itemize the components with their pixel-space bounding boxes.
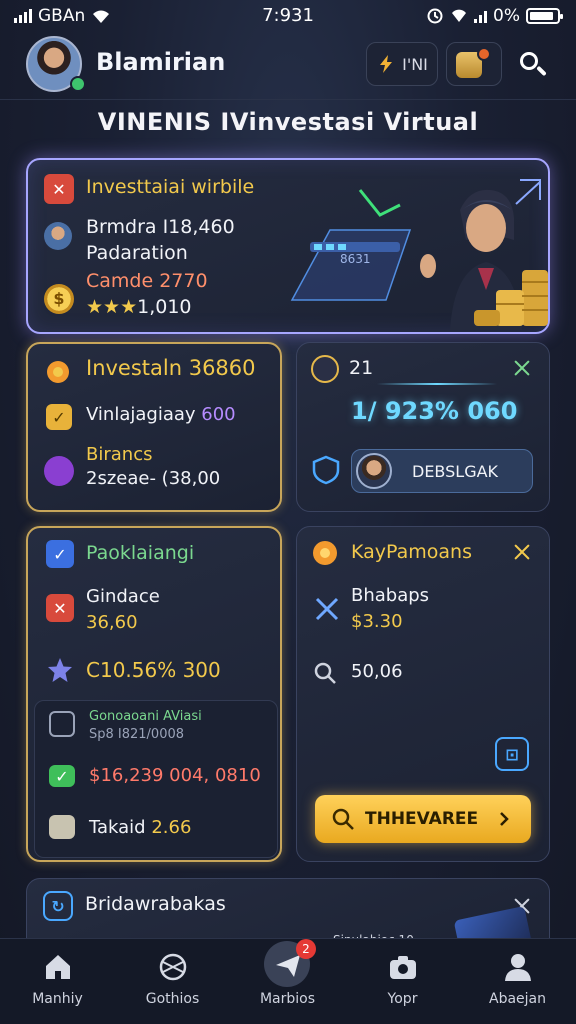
wallet-button[interactable] [446, 42, 502, 86]
hero-line2: Padaration [86, 242, 188, 264]
page-title: VINENIS IVinvestasi Virtual [97, 108, 479, 136]
hero-line1: Brmdra I18,460 [86, 216, 235, 238]
packaging-row2-value: C10.56% 300 [86, 658, 221, 682]
nav-item-profile[interactable]: Abaejan [460, 939, 575, 1024]
chart-up-icon: ✕ [44, 174, 74, 204]
payments-cta-button[interactable]: THHEVAREE [315, 795, 531, 843]
stats-value: 1/ 923% 060 [351, 397, 518, 425]
close-icon[interactable] [513, 543, 531, 561]
payments-row2-value: 50,06 [351, 661, 403, 682]
packaging-row1-value: 36,60 [86, 612, 138, 633]
packaging-card[interactable]: ✓ Paoklaiangi ✕ Gindace 36,60 C10.56% 30… [26, 526, 282, 862]
rewards-pill-label: I'NI [402, 54, 428, 74]
gear-icon [47, 361, 69, 383]
star-icon [48, 658, 72, 682]
hero-panel-text: 8631 [340, 252, 371, 266]
person-icon [505, 954, 531, 981]
online-badge [70, 76, 86, 92]
nav-label-camera: Yopr [387, 991, 418, 1007]
image-icon [49, 815, 75, 839]
invest-card[interactable]: Investaln 36860 ✓ Vinlajagiaay 600 Biran… [26, 342, 282, 512]
nav-item-home[interactable]: Manhiy [0, 939, 115, 1024]
search-icon[interactable] [518, 50, 548, 80]
invest-title: Investaln 36860 [86, 356, 256, 380]
username: Blamirian [96, 48, 226, 76]
invest-row1: Vinlajagiaay 600 [86, 404, 236, 425]
nav-item-globe[interactable]: Gothios [115, 939, 230, 1024]
hero-title: Investtaiai wirbile [86, 176, 255, 198]
small-avatar [44, 222, 72, 250]
shield-icon [312, 455, 340, 485]
close-icon[interactable] [513, 359, 531, 377]
status-bar: GBAn 7:931 0% [0, 0, 576, 32]
invest-row2-value: 2szeae- (38,00 [86, 468, 221, 489]
nav-item-center[interactable]: 2 Marbios [230, 939, 345, 1024]
battery-icon [526, 8, 563, 24]
tools-icon [315, 597, 339, 621]
bottom-card-title: Bridawrabakas [85, 893, 226, 915]
subpanel-row2-value: 2.66 [151, 817, 192, 838]
invest-row1-label: Vinlajagiaay [86, 404, 196, 425]
stats-avatar [356, 453, 392, 489]
nav-badge: 2 [296, 939, 316, 959]
hero-line3: Camde 2770 [86, 270, 208, 292]
subpanel-row2-label: Takaid [89, 817, 146, 838]
subpanel-row2: Takaid 2.66 [89, 817, 191, 838]
home-icon [46, 955, 70, 979]
nav-label-home: Manhiy [32, 991, 83, 1007]
payments-card[interactable]: KayPamoans Bhabaps $3.30 50,06 ⊡ THHEVAR… [296, 526, 550, 862]
notification-dot [477, 47, 491, 61]
packaging-subpanel: Gonoaoani AViasi Sp8 I821/0008 ✓ $16,239… [34, 700, 278, 858]
stats-label: 21 [349, 357, 374, 379]
app-header: Blamirian I'NI [0, 30, 576, 100]
cross-icon: ✕ [46, 594, 74, 622]
hero-line4: ★★★1,010 [86, 296, 192, 318]
investor-illustration [290, 179, 548, 330]
payments-title: KayPamoans [351, 541, 472, 563]
nav-item-camera[interactable]: Yopr [345, 939, 460, 1024]
subpanel-title: Gonoaoani AViasi [89, 709, 202, 724]
globe-icon [159, 953, 187, 981]
check-icon: ✓ [46, 404, 72, 430]
camera-icon [390, 956, 416, 979]
checkbox-icon: ✓ [46, 540, 74, 568]
stats-card[interactable]: 21 1/ 923% 060 DEBSLGAK [296, 342, 550, 512]
search-cta-icon [332, 808, 354, 830]
rating-stars: ★★★ [86, 296, 138, 318]
refresh-icon: ↻ [43, 891, 73, 921]
nav-label-center: Marbios [259, 991, 316, 1007]
invest-row2-title: Birancs [86, 444, 153, 465]
cell-signal-icon [474, 9, 488, 23]
search-small-icon [314, 662, 336, 684]
wave-icon [44, 456, 74, 486]
bottom-nav: Manhiy Gothios 2 Marbios Yopr Abaejan [0, 938, 576, 1024]
stats-action-label: DEBSLGAK [412, 462, 499, 481]
check-green-icon: ✓ [49, 765, 75, 787]
battery-percent: 0% [493, 6, 520, 26]
gear-orange-icon [313, 541, 337, 565]
payments-row1-title: Bhabaps [351, 585, 430, 606]
payments-cta-label: THHEVAREE [365, 809, 479, 829]
stats-action-button[interactable]: DEBSLGAK [351, 449, 533, 493]
camera-small-icon [49, 711, 75, 737]
hero-line4-value: 1,010 [137, 296, 192, 318]
alarm-icon [427, 8, 443, 24]
stats-badge-icon [311, 355, 339, 383]
hotspot-icon [452, 9, 467, 22]
chevron-right-icon [500, 812, 509, 826]
lightning-icon [380, 55, 393, 73]
packaging-row1-title: Gindace [86, 586, 160, 607]
subpanel-value: Sp8 I821/0008 [89, 727, 185, 742]
nav-label-profile: Abaejan [489, 991, 546, 1007]
scan-icon[interactable]: ⊡ [495, 737, 529, 771]
subpanel-row1: $16,239 004, 0810 [89, 765, 261, 786]
packaging-title: Paoklaiangi [86, 542, 195, 564]
invest-row1-value: 600 [201, 404, 236, 425]
rewards-pill-button[interactable]: I'NI [366, 42, 438, 86]
nav-label-globe: Gothios [145, 991, 200, 1007]
hero-card[interactable]: ✕ Investtaiai wirbile Brmdra I18,460 Pad… [26, 158, 550, 334]
coin-icon: $ [44, 284, 74, 314]
payments-row1-value: $3.30 [351, 611, 403, 632]
